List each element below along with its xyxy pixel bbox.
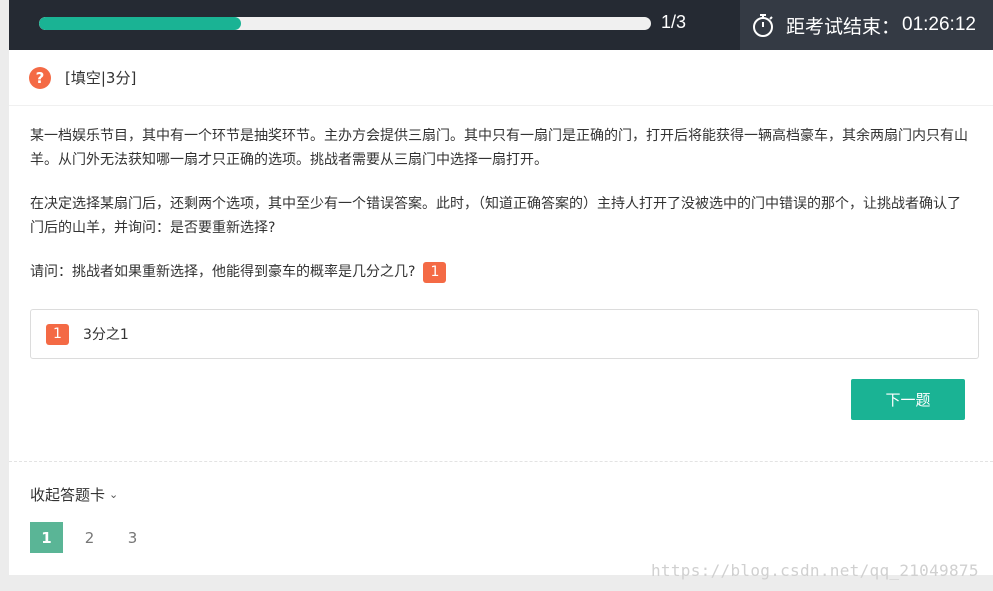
- answer-number-badge: 1: [46, 323, 69, 345]
- timer: 距考试结束： 01:26:12: [740, 0, 993, 50]
- collapse-answer-card-toggle[interactable]: 收起答题卡 ⌄: [30, 484, 118, 505]
- question-card: ? [填空|3分] 某一档娱乐节目，其中有一个环节是抽奖环节。主办方会提供三扇门…: [9, 50, 993, 575]
- question-number-2[interactable]: 2: [73, 522, 106, 553]
- question-number-list: 1 2 3: [30, 522, 159, 553]
- timer-label: 距考试结束：: [786, 15, 901, 38]
- question-number-1[interactable]: 1: [30, 522, 63, 553]
- progress-fill: [39, 17, 241, 30]
- question-type: [填空|3分]: [65, 69, 137, 87]
- question-prompt: 请问：挑战者如果重新选择，他能得到豪车的概率是几分之几? 1: [30, 260, 973, 284]
- question-header: ? [填空|3分]: [9, 50, 993, 106]
- question-paragraph: 某一档娱乐节目，其中有一个环节是抽奖环节。主办方会提供三扇门。其中只有一扇门是正…: [30, 128, 968, 168]
- watermark: https://blog.csdn.net/qq_21049875: [651, 561, 979, 580]
- answer-field[interactable]: 1 3分之1: [30, 309, 979, 359]
- answer-card-toggle-label: 收起答题卡: [30, 486, 106, 504]
- question-body: 某一档娱乐节目，其中有一个环节是抽奖环节。主办方会提供三扇门。其中只有一扇门是正…: [9, 106, 993, 284]
- blank-number-badge: 1: [423, 261, 447, 283]
- timer-value: 01:26:12: [902, 14, 976, 35]
- question-mark-icon: ?: [29, 66, 51, 89]
- progress-text: 1/3: [661, 12, 687, 32]
- top-bar: 1/3 距考试结束： 01:26:12: [9, 0, 993, 50]
- divider: [9, 461, 993, 462]
- answer-value[interactable]: 3分之1: [83, 324, 129, 344]
- next-question-button[interactable]: 下一题: [851, 379, 965, 420]
- stopwatch-icon: [753, 14, 773, 37]
- question-number-3[interactable]: 3: [116, 522, 149, 553]
- question-paragraph: 在决定选择某扇门后，还剩两个选项，其中至少有一个错误答案。此时，（知道正确答案的…: [30, 196, 961, 236]
- progress-bar: [39, 17, 651, 30]
- chevron-down-icon: ⌄: [109, 488, 119, 501]
- question-prompt-text: 请问：挑战者如果重新选择，他能得到豪车的概率是几分之几?: [30, 264, 416, 280]
